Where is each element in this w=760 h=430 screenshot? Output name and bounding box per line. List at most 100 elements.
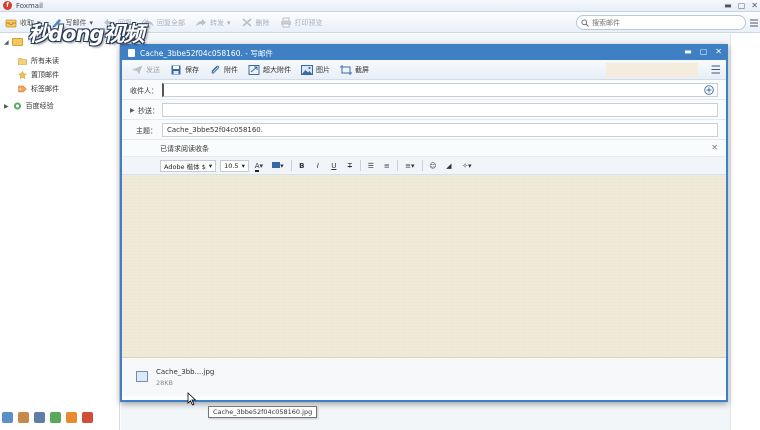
compose-window-controls: ▬ ▢ ✕	[684, 47, 722, 56]
sidebar-item-tagged[interactable]: 标签邮件	[18, 84, 59, 94]
sidebar-item-label: 所有未读	[31, 57, 59, 65]
app-title: Foxmail	[16, 1, 43, 10]
subject-field[interactable]: Cache_3bbe52f04c058160.	[162, 123, 718, 137]
minimize-icon[interactable]: ▬	[684, 47, 692, 56]
big-attach-button[interactable]: 超大附件	[243, 61, 296, 79]
toolbar-blank-panel	[606, 63, 698, 77]
close-notice-icon[interactable]: ✕	[711, 143, 718, 152]
send-button[interactable]: 发送	[126, 61, 165, 79]
tasks-icon[interactable]	[82, 412, 93, 423]
highlight-icon[interactable]: ▾	[269, 161, 287, 170]
tag-icon	[18, 85, 27, 93]
message-body-editor[interactable]	[122, 175, 726, 358]
chevron-down-icon: ▾	[241, 161, 245, 170]
chevron-down-icon: ▾	[227, 18, 231, 27]
bold-icon[interactable]: B	[296, 162, 308, 170]
menu-icon[interactable]	[750, 19, 758, 27]
close-icon[interactable]: ✕	[751, 1, 758, 10]
star-icon	[18, 71, 27, 79]
attachment-size: 28KB	[156, 379, 173, 387]
calendar-icon[interactable]	[34, 412, 45, 423]
sidebar-item-baidu[interactable]: ▶ 百度经验	[4, 101, 54, 111]
underline-icon[interactable]: U	[328, 162, 340, 170]
image-button[interactable]: 图片	[296, 61, 335, 79]
large-file-icon	[248, 64, 260, 75]
strikethrough-icon[interactable]: T	[344, 162, 356, 170]
reply-all-button[interactable]: 回复全部	[137, 14, 190, 32]
separator	[396, 160, 398, 171]
to-field[interactable]	[162, 83, 718, 97]
screenshot-label: 截屏	[355, 65, 369, 74]
size-select[interactable]: 10.5 ▾	[220, 159, 249, 172]
sidebar-item-pinned[interactable]: 置顶邮件	[18, 70, 59, 80]
maximize-icon[interactable]: ▢	[700, 47, 708, 56]
folder-sidebar: ◢ 所有未读 置顶邮件 标签邮件 ▶ 百度经验	[0, 34, 120, 430]
save-icon	[171, 65, 181, 74]
compose-window: Cache_3bbe52f04c058160. - 写邮件 ▬ ▢ ✕ 发送 保…	[120, 44, 728, 402]
separator	[421, 160, 423, 171]
rss-icon[interactable]	[66, 412, 77, 423]
sidebar-bottom-bar	[2, 412, 93, 423]
search-box[interactable]	[576, 15, 746, 30]
screenshot-button[interactable]: 截屏	[335, 61, 374, 79]
mail-icon[interactable]	[2, 412, 13, 423]
clear-format-icon[interactable]: ◢	[443, 162, 455, 170]
window-controls: ▬ ▢ ✕	[724, 1, 758, 10]
cc-field[interactable]	[162, 103, 718, 117]
search-input[interactable]	[592, 18, 732, 27]
mouse-cursor-icon	[187, 392, 197, 406]
maximize-icon[interactable]: ▢	[738, 1, 746, 10]
cc-row: ▶ 抄送：	[122, 100, 726, 120]
font-select[interactable]: Adobe 楷体 $ ▾	[160, 159, 217, 172]
app-titlebar: f Foxmail ▬ ▢ ✕	[0, 0, 760, 12]
to-row: 收件人：	[122, 80, 726, 100]
attach-button[interactable]: 附件	[204, 61, 243, 79]
expand-arrow-icon[interactable]: ◢	[4, 39, 9, 46]
sidebar-item-label: 百度经验	[25, 102, 54, 110]
document-icon	[128, 49, 135, 57]
add-contact-icon[interactable]	[704, 85, 714, 95]
emoji-icon[interactable]: ☺	[427, 162, 439, 170]
contacts-icon[interactable]	[18, 412, 29, 423]
separator	[359, 160, 361, 171]
attachment-tooltip: Cache_3bbe52f04c058160.jpg	[208, 406, 318, 418]
magic-icon[interactable]: ✧▾	[459, 162, 475, 170]
send-label: 发送	[146, 65, 160, 74]
to-label: 收件人：	[130, 87, 158, 95]
print-preview-label: 打印预览	[294, 18, 323, 27]
minimize-icon[interactable]: ▬	[724, 1, 732, 10]
image-file-icon[interactable]	[136, 371, 148, 382]
right-panel	[730, 34, 760, 430]
account-folder-icon	[11, 38, 23, 46]
close-icon[interactable]: ✕	[715, 47, 722, 56]
read-receipt-notice: 已请求阅读收条 ✕	[122, 140, 726, 157]
subject-row: 主题： Cache_3bbe52f04c058160.	[122, 120, 726, 140]
attach-label: 附件	[224, 65, 238, 74]
send-icon	[131, 65, 143, 74]
compose-toolbar: 发送 保存 附件 超大附件 图片 截屏	[122, 60, 726, 80]
forward-button[interactable]: 转发 ▾	[190, 14, 236, 32]
reply-all-label: 回复全部	[157, 18, 186, 27]
subject-label: 主题：	[136, 127, 157, 135]
image-label: 图片	[316, 65, 330, 74]
font-color-icon[interactable]: A▾	[253, 161, 265, 172]
italic-icon[interactable]: I	[312, 162, 324, 170]
foxmail-logo-icon: f	[3, 1, 12, 10]
attachment-name[interactable]: Cache_3bb....jpg	[156, 368, 214, 376]
expand-cc-icon[interactable]: ▶	[130, 107, 135, 114]
bullet-list-icon[interactable]: ☰	[365, 162, 377, 170]
search-icon	[581, 18, 589, 27]
delete-icon	[242, 18, 252, 27]
align-icon[interactable]: ≡▾	[402, 162, 418, 170]
forward-icon	[196, 19, 207, 27]
delete-button[interactable]: 删除	[236, 14, 275, 32]
notes-icon[interactable]	[50, 412, 61, 423]
print-preview-button[interactable]: 打印预览	[275, 14, 328, 32]
numbered-list-icon[interactable]: ≡	[381, 162, 393, 170]
save-button[interactable]: 保存	[165, 61, 204, 79]
sidebar-item-unread[interactable]: 所有未读	[18, 56, 59, 66]
expand-arrow-icon[interactable]: ▶	[4, 103, 9, 110]
format-toolbar: Adobe 楷体 $ ▾ 10.5 ▾ A▾ ▾ B I U T ☰ ≡ ≡▾ …	[122, 157, 726, 175]
menu-icon[interactable]	[710, 65, 720, 74]
account-row[interactable]: ◢	[4, 38, 23, 46]
